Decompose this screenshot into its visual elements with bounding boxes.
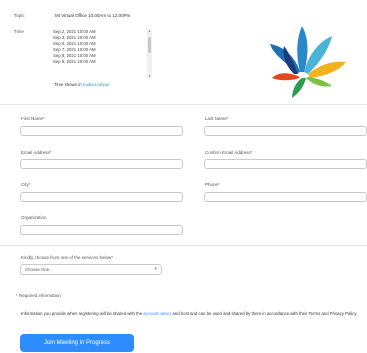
first-name-label: First Name* [21, 116, 45, 121]
time-list-scrollbar[interactable]: ▲ ▼ [147, 29, 152, 78]
required-note: * Required information [16, 293, 61, 298]
time-list[interactable]: Sep 2, 2021 10:00 AM Sep 3, 2021 10:00 A… [53, 29, 151, 77]
time-zone-note: Time shown in Kuala Lumpur [54, 82, 110, 87]
phone-input[interactable] [204, 192, 367, 202]
organization-logo [270, 26, 346, 98]
confirm-email-input[interactable] [204, 159, 367, 169]
topic-value: MI Virtual Office 10.00Am to 12.00Pm [55, 13, 131, 18]
last-name-input[interactable] [204, 126, 367, 136]
time-shown-prefix: Time shown in [54, 82, 82, 87]
organization-input[interactable] [20, 225, 183, 235]
email-input[interactable] [20, 159, 183, 169]
confirm-email-label: Confirm Email Address* [205, 150, 253, 155]
scroll-down-icon[interactable]: ▼ [147, 74, 152, 78]
time-option[interactable]: Sep 9, 2021 10:00 AM [53, 59, 151, 65]
services-label: Kindly choose from one of the services b… [21, 255, 114, 260]
time-label: Time [14, 29, 24, 34]
phone-label: Phone* [205, 182, 220, 187]
city-label: City* [21, 182, 31, 187]
services-select[interactable]: Choose One... ▾ [20, 264, 162, 275]
scrollbar-thumb[interactable] [148, 37, 151, 53]
city-input[interactable] [20, 192, 183, 202]
time-zone-link[interactable]: Kuala Lumpur [83, 82, 110, 87]
last-name-label: Last Name* [205, 116, 229, 121]
email-label: Email Address* [21, 150, 52, 155]
section-divider [0, 245, 367, 246]
first-name-input[interactable] [20, 126, 183, 136]
organization-label: Organization [21, 215, 47, 220]
services-selected-value: Choose One... [25, 267, 53, 272]
disclaimer-text: Information you provide when registering… [21, 311, 358, 316]
chevron-down-icon: ▾ [154, 266, 157, 272]
join-meeting-button[interactable]: Join Meeting in Progress [20, 334, 134, 352]
scroll-up-icon[interactable]: ▲ [147, 29, 152, 33]
topic-label: Topic [14, 13, 25, 18]
section-divider [0, 104, 367, 105]
account-owner-link[interactable]: account owner [143, 311, 171, 316]
